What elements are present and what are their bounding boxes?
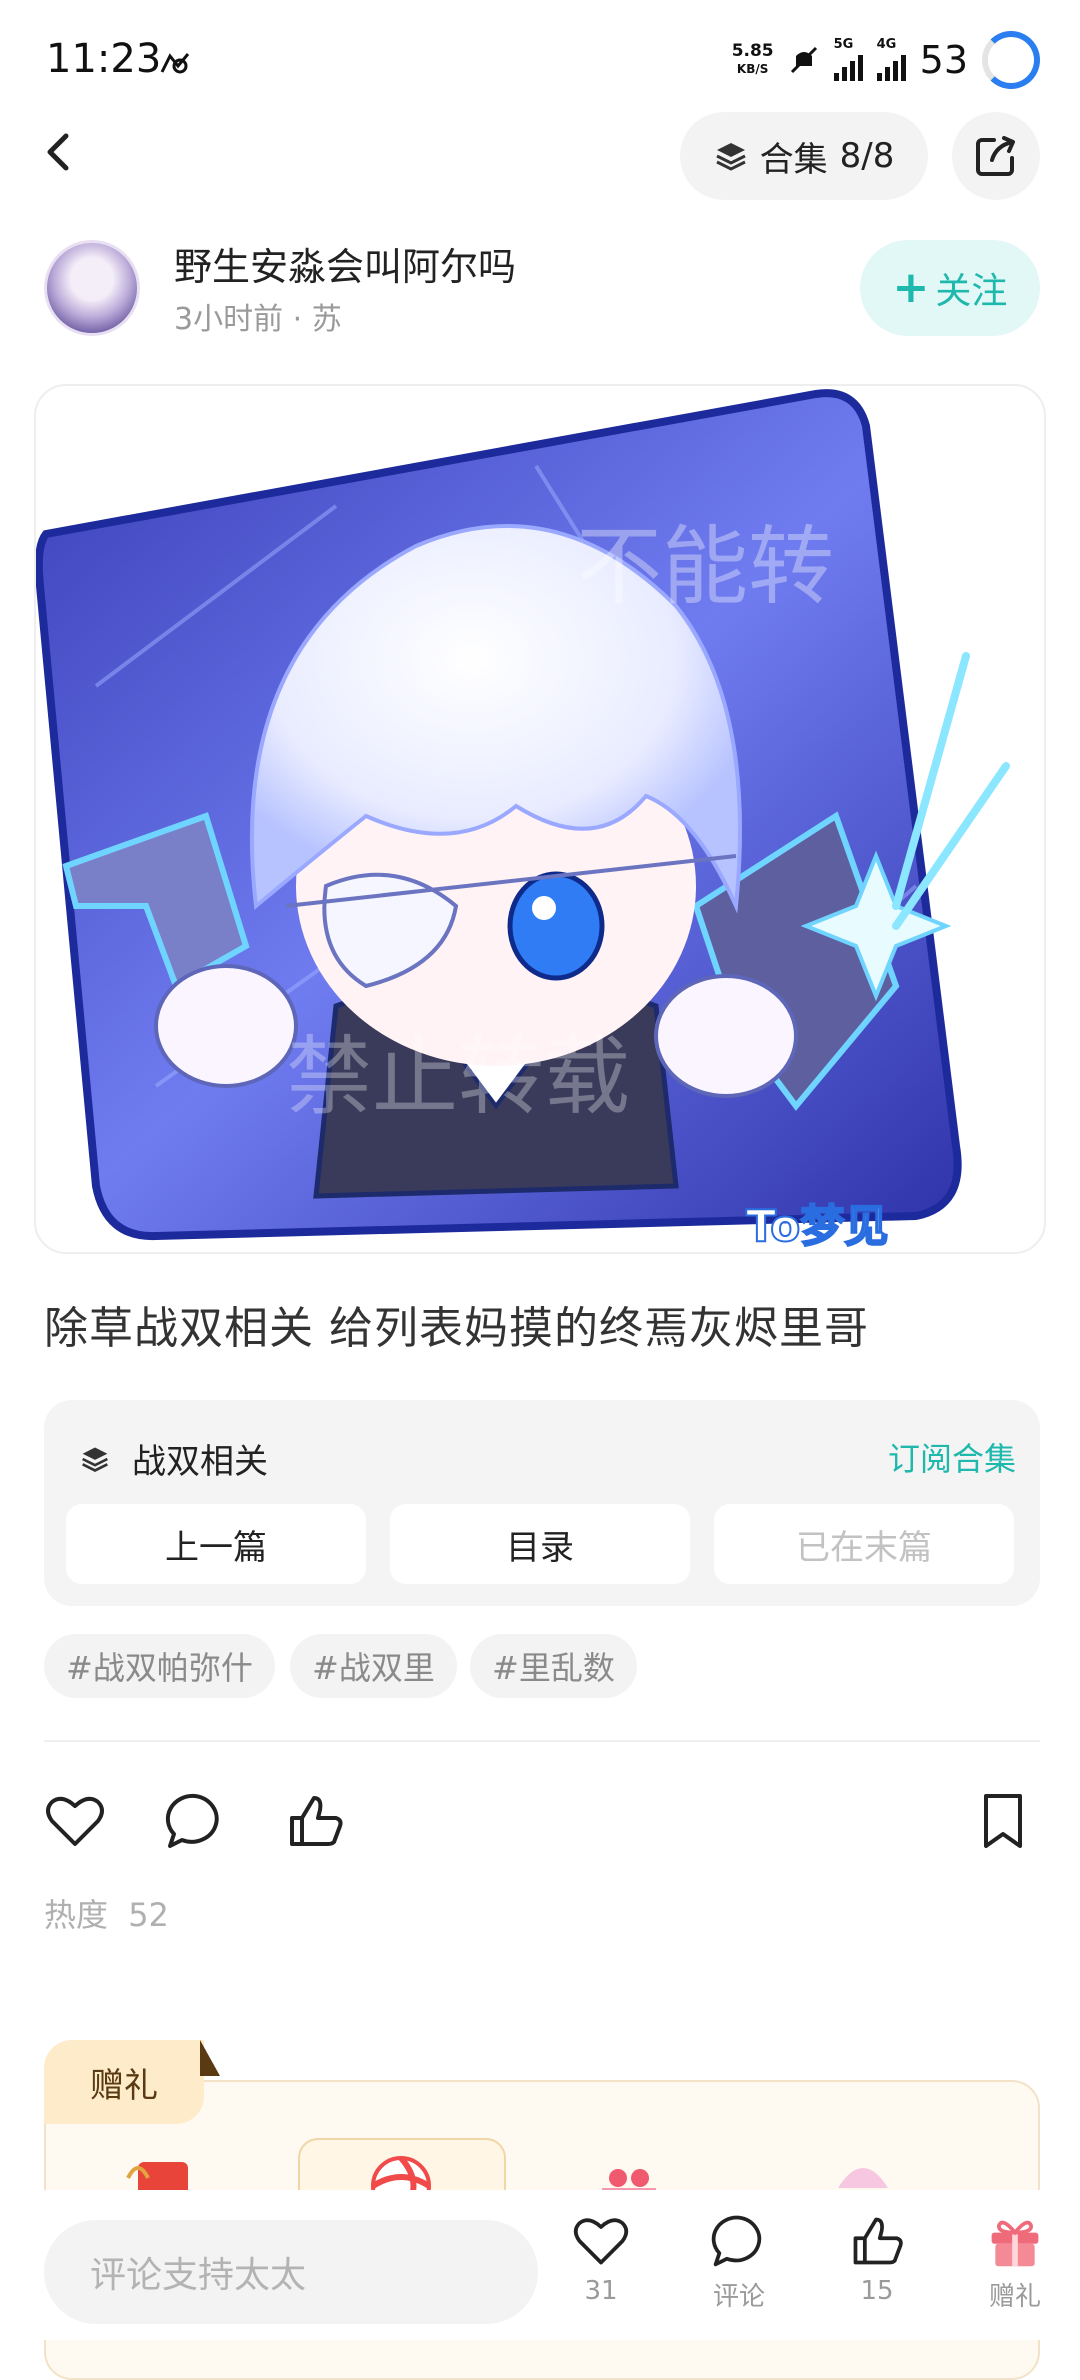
signal-4g-label: 4G (876, 37, 897, 52)
layers-icon (715, 143, 746, 171)
author-name[interactable]: 野生安淼会叫阿尔吗 (174, 236, 516, 291)
status-bar: 11:23 5.85 KB/S 5G 4G 53 (0, 0, 1080, 120)
plus-icon: + (892, 262, 930, 313)
share-icon (976, 136, 1015, 176)
like-button[interactable]: 31 (546, 2212, 656, 2306)
comment-icon (711, 2215, 762, 2267)
gift-tab[interactable]: 赠礼 (44, 2040, 204, 2124)
gift-tab-corner (200, 2040, 220, 2076)
follow-label: 关注 (935, 271, 1008, 312)
net-speed-unit: KB/S (736, 62, 769, 76)
tag-chip[interactable]: #里乱数 (470, 1634, 637, 1698)
divider (44, 1740, 1040, 1742)
collection-name-row[interactable]: 战双相关 (80, 1434, 268, 1483)
collection-label: 合集 (759, 139, 828, 180)
signal-5g: 5G (833, 37, 863, 81)
thumbs-up-icon[interactable] (284, 1790, 346, 1852)
post-meta: 3小时前 · 苏 (174, 302, 342, 337)
thumbs-up-count: 15 (860, 2276, 894, 2306)
collection-button[interactable]: 合集 8/8 (680, 112, 928, 200)
subscribe-collection-link[interactable]: 订阅合集 (888, 1434, 1016, 1480)
comment-button[interactable]: 评论 (684, 2212, 794, 2313)
camera-icon (160, 53, 190, 74)
battery-level: 53 (919, 38, 968, 82)
status-time: 11:23 (46, 36, 162, 82)
bookmark-icon[interactable] (972, 1790, 1034, 1852)
thumbs-up-button[interactable]: 15 (822, 2212, 932, 2306)
artwork-illustration: 不能转 禁止转载 To梦见 (36, 389, 1010, 1252)
layers-icon (82, 1447, 108, 1472)
signal-icon (876, 51, 906, 81)
comment-icon[interactable] (164, 1790, 226, 1852)
loading-ring-icon (982, 31, 1040, 89)
heart-icon (573, 2218, 629, 2265)
signal-4g: 4G (876, 37, 906, 81)
heat-stat: 热度 52 (44, 1890, 169, 1936)
signal-icon (833, 51, 863, 81)
net-speed-value: 5.85 (731, 41, 774, 61)
tag-chip[interactable]: #战双里 (290, 1634, 457, 1698)
last-post-button: 已在末篇 (714, 1504, 1014, 1584)
heat-value: 52 (128, 1896, 169, 1934)
post-title: 除草战双相关 给列表妈摸的终焉灰烬里哥 (44, 1303, 869, 1354)
gift-label: 赠礼 (988, 2282, 1041, 2312)
net-speed: 5.85 KB/S (732, 42, 774, 78)
heat-label: 热度 (44, 1896, 109, 1934)
thumbs-up-icon (853, 2217, 903, 2265)
follow-button[interactable]: + 关注 (860, 240, 1040, 336)
gift-icon (991, 2220, 1039, 2267)
mute-icon (790, 46, 817, 74)
heart-icon[interactable] (44, 1790, 106, 1852)
share-button[interactable] (952, 112, 1040, 200)
comment-label: 评论 (712, 2282, 765, 2312)
post-image[interactable]: 不能转 禁止转载 To梦见 (34, 384, 1046, 1254)
svg-text:禁止转载: 禁止转载 (286, 1027, 630, 1127)
tag-chip[interactable]: #战双帕弥什 (44, 1634, 275, 1698)
gift-button[interactable]: 赠礼 (960, 2212, 1070, 2313)
like-count: 31 (584, 2276, 618, 2306)
collection-name: 战双相关 (132, 1442, 268, 1482)
avatar[interactable] (44, 240, 140, 336)
collection-progress: 8/8 (839, 136, 895, 176)
svg-text:不能转: 不能转 (576, 517, 834, 617)
status-indicators: 5.85 KB/S 5G 4G 53 (732, 28, 1040, 92)
artist-signature: To梦见 (746, 1201, 888, 1252)
prev-post-button[interactable]: 上一篇 (66, 1504, 366, 1584)
comment-input[interactable]: 评论支持太太 (44, 2220, 538, 2324)
back-arrow-icon[interactable] (38, 130, 82, 174)
table-of-contents-button[interactable]: 目录 (390, 1504, 690, 1584)
signal-5g-label: 5G (833, 37, 854, 52)
